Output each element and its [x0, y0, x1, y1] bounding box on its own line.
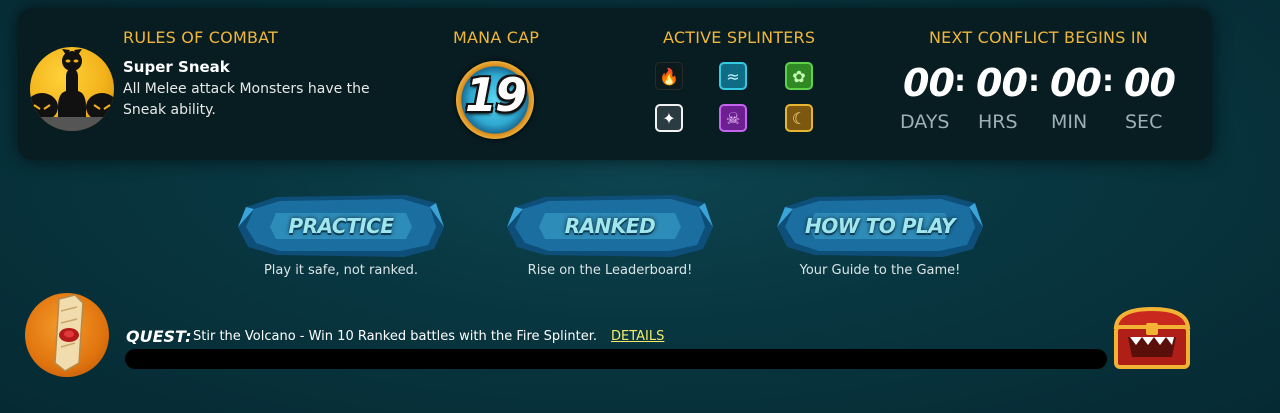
- active-splinters-header: ACTIVE SPLINTERS: [663, 28, 816, 47]
- quest-text: Stir the Volcano - Win 10 Ranked battles…: [193, 329, 598, 344]
- dragon-splinter-icon: ☾: [785, 104, 813, 132]
- rule-description: All Melee attack Monsters have the Sneak…: [123, 81, 370, 118]
- timer-hrs-label: HRS: [978, 111, 1018, 133]
- practice-subtitle: Play it safe, not ranked.: [263, 263, 419, 278]
- timer-separator: :: [954, 64, 966, 99]
- treasure-chest-icon[interactable]: [1108, 305, 1196, 375]
- timer-separator: :: [1102, 64, 1114, 99]
- mana-cap-value: 19: [464, 68, 527, 122]
- practice-label[interactable]: PRACTICE: [236, 214, 446, 238]
- how-to-play-subtitle: Your Guide to the Game!: [799, 263, 961, 278]
- timer-sec-label: SEC: [1125, 111, 1163, 133]
- death-splinter-icon: ☠: [719, 104, 747, 132]
- rule-ruleset-icon: [30, 47, 114, 131]
- rule-name: Super Sneak: [123, 58, 230, 76]
- timer-min: 00: [1050, 61, 1102, 105]
- timer-days-label: DAYS: [900, 111, 950, 133]
- quest-label: QUEST:: [126, 327, 192, 346]
- next-conflict-header: NEXT CONFLICT BEGINS IN: [929, 28, 1148, 47]
- life-splinter-icon: ✦: [655, 104, 683, 132]
- quest-progress-bar: [125, 349, 1107, 369]
- ranked-subtitle: Rise on the Leaderboard!: [527, 263, 693, 278]
- quest-scroll-icon: [25, 293, 109, 377]
- timer-days: 00: [903, 61, 955, 105]
- quest-details-link[interactable]: DETAILS: [611, 329, 664, 344]
- ranked-label[interactable]: RANKED: [505, 214, 715, 238]
- rules-header: RULES OF COMBAT: [123, 28, 278, 47]
- fire-splinter-icon: 🔥: [655, 62, 683, 90]
- earth-splinter-icon: ✿: [785, 62, 813, 90]
- timer-sec: 00: [1124, 61, 1176, 105]
- timer-separator: :: [1028, 64, 1040, 99]
- mana-cap-header: MANA CAP: [453, 28, 540, 47]
- timer-min-label: MIN: [1051, 111, 1088, 133]
- timer-hrs: 00: [976, 61, 1028, 105]
- how-to-play-label[interactable]: HOW TO PLAY: [775, 214, 985, 238]
- water-splinter-icon: ≈: [719, 62, 747, 90]
